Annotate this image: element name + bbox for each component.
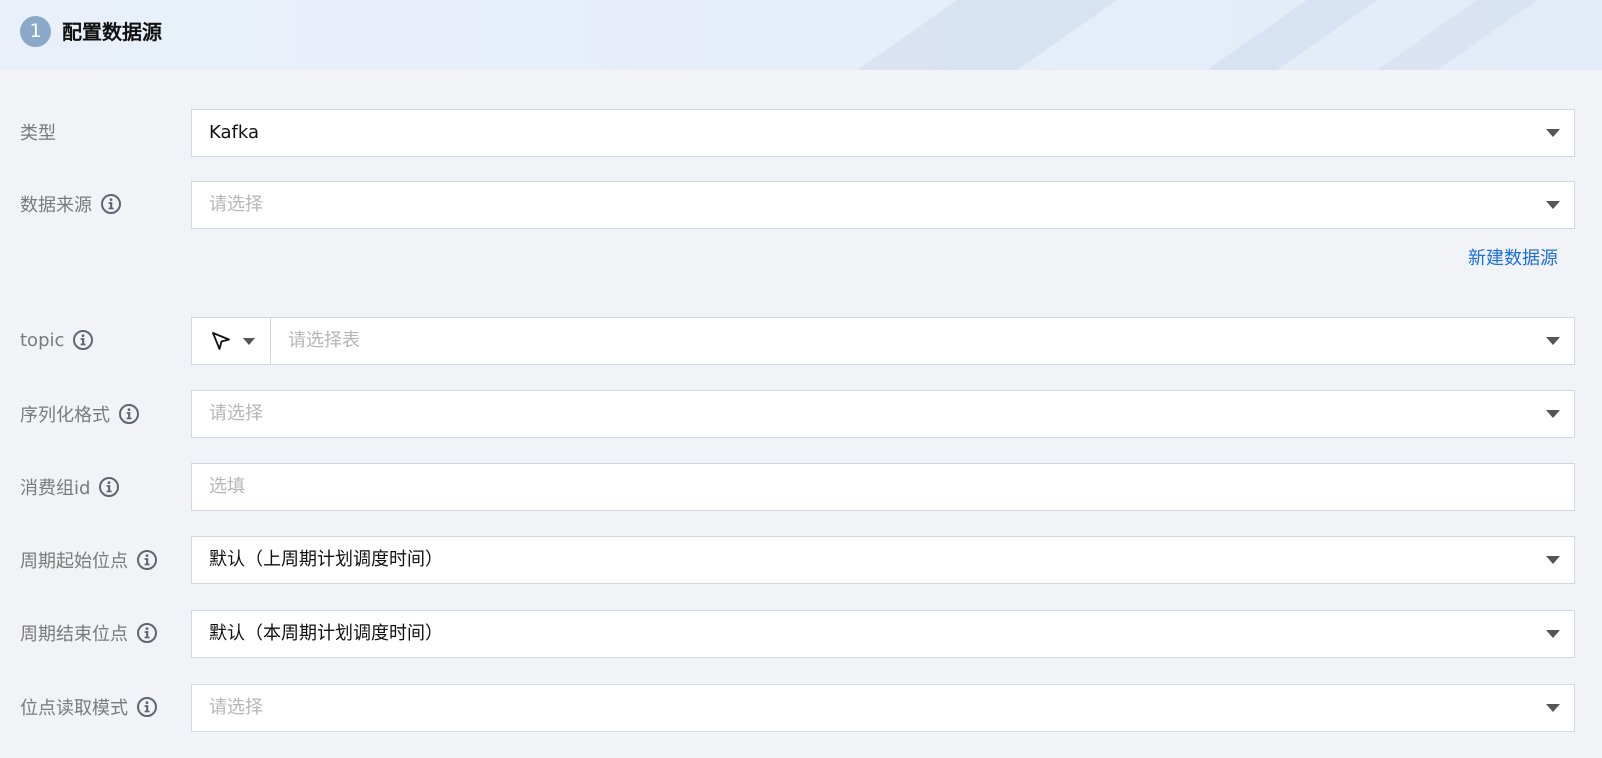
serialization-select[interactable]: 请选择 xyxy=(191,390,1575,438)
serialization-label-text: 序列化格式 xyxy=(20,405,110,426)
topic-field: 请选择表 xyxy=(191,317,1575,365)
type-label-text: 类型 xyxy=(20,123,56,144)
cycle-end-select[interactable]: 默认（本周期计划调度时间） xyxy=(191,610,1575,658)
offset-mode-label: 位点读取模式 xyxy=(20,683,158,731)
topic-placeholder: 请选择表 xyxy=(288,330,360,351)
cycle-start-select[interactable]: 默认（上周期计划调度时间） xyxy=(191,536,1575,584)
offset-mode-placeholder: 请选择 xyxy=(209,697,263,718)
data-source-placeholder: 请选择 xyxy=(209,194,263,215)
info-icon[interactable] xyxy=(136,549,158,571)
topic-mode-dropdown[interactable] xyxy=(192,318,271,364)
offset-mode-select[interactable]: 请选择 xyxy=(191,684,1575,732)
type-label: 类型 xyxy=(20,108,56,156)
cycle-start-label: 周期起始位点 xyxy=(20,536,158,584)
cycle-end-label: 周期结束位点 xyxy=(20,609,158,657)
chevron-down-icon xyxy=(1546,337,1560,345)
consumer-group-input[interactable]: 选填 xyxy=(191,463,1575,511)
info-icon[interactable] xyxy=(136,622,158,644)
chevron-down-icon xyxy=(1546,410,1560,418)
info-icon[interactable] xyxy=(136,696,158,718)
data-source-label: 数据来源 xyxy=(20,180,122,228)
info-icon[interactable] xyxy=(72,329,94,351)
chevron-down-icon xyxy=(1546,201,1560,209)
chevron-down-icon xyxy=(1546,556,1560,564)
topic-select[interactable]: 请选择表 xyxy=(271,318,1574,364)
type-select-value: Kafka xyxy=(209,122,259,143)
info-icon[interactable] xyxy=(100,193,122,215)
consumer-group-placeholder: 选填 xyxy=(209,476,245,497)
serialization-placeholder: 请选择 xyxy=(209,403,263,424)
info-icon[interactable] xyxy=(98,476,120,498)
data-source-label-text: 数据来源 xyxy=(20,195,92,216)
data-source-select[interactable]: 请选择 xyxy=(191,181,1575,229)
chevron-down-icon xyxy=(243,338,255,345)
chevron-down-icon xyxy=(1546,630,1560,638)
type-select[interactable]: Kafka xyxy=(191,109,1575,157)
cycle-end-value: 默认（本周期计划调度时间） xyxy=(209,623,443,644)
consumer-group-label-text: 消费组id xyxy=(20,478,91,499)
section-title: 配置数据源 xyxy=(62,20,162,44)
header-decoration xyxy=(757,0,1203,70)
step-number-badge: 1 xyxy=(20,16,51,47)
cycle-start-value: 默认（上周期计划调度时间） xyxy=(209,549,443,570)
topic-label-text: topic xyxy=(20,329,65,351)
new-data-source-link[interactable]: 新建数据源 xyxy=(1468,244,1558,270)
topic-label: topic xyxy=(20,316,94,364)
chevron-down-icon xyxy=(1546,704,1560,712)
info-icon[interactable] xyxy=(118,403,140,425)
serialization-label: 序列化格式 xyxy=(20,390,140,438)
cursor-arrow-icon xyxy=(210,330,232,356)
cycle-end-label-text: 周期结束位点 xyxy=(20,624,128,645)
consumer-group-label: 消费组id xyxy=(20,463,120,511)
cycle-start-label-text: 周期起始位点 xyxy=(20,551,128,572)
chevron-down-icon xyxy=(1546,129,1560,137)
section-header: 1 配置数据源 xyxy=(0,0,1602,70)
offset-mode-label-text: 位点读取模式 xyxy=(20,698,128,719)
